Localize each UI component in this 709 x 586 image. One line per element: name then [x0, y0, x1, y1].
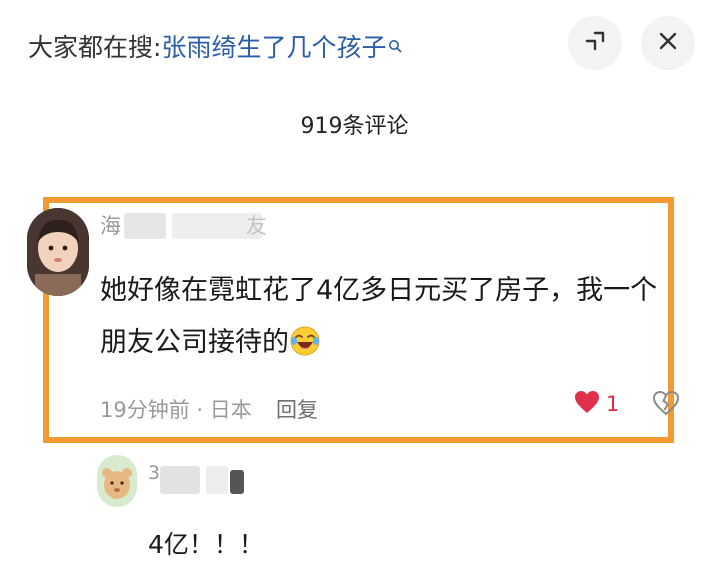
avatar[interactable] — [27, 208, 89, 296]
collapse-icon — [584, 30, 606, 56]
heart-icon — [574, 390, 600, 418]
laughing-emoji-icon — [289, 323, 321, 356]
username-blur — [206, 466, 228, 494]
reply-username-visible-part: 3 — [148, 462, 161, 484]
top-bar: 大家都在搜:张雨绮生了几个孩子 — [0, 0, 709, 90]
broken-heart-icon — [652, 390, 680, 420]
username-visible-part: 海 — [100, 214, 121, 238]
close-icon — [657, 30, 679, 56]
like-button[interactable]: 1 — [574, 390, 619, 418]
collapse-button[interactable] — [568, 16, 622, 70]
reply-button[interactable]: 回复 — [276, 394, 318, 424]
username-tail: 友 — [246, 214, 267, 238]
trending-search-prefix: 大家都在搜: — [28, 33, 162, 62]
comment-body: 她好像在霓虹花了4亿多日元买了房子，我一个朋友公司接待的 — [100, 265, 676, 369]
search-icon — [388, 30, 402, 53]
trending-search-hint[interactable]: 大家都在搜:张雨绮生了几个孩子 — [28, 28, 402, 64]
dislike-button[interactable] — [652, 390, 680, 420]
like-count: 1 — [606, 392, 620, 416]
reply-username[interactable]: 3 — [148, 462, 160, 484]
comment-time-location: 19分钟前 · 日本 — [100, 398, 252, 422]
username-blur — [230, 470, 244, 494]
username-blur — [160, 466, 200, 494]
comment-text: 她好像在霓虹花了4亿多日元买了房子，我一个朋友公司接待的 — [100, 275, 658, 358]
reply-comment-text: 4亿！！！ — [148, 530, 264, 559]
username-blur — [124, 213, 166, 239]
username[interactable]: 海 — [100, 210, 121, 240]
comment-count-title: 919条评论 — [300, 114, 409, 139]
avatar[interactable] — [97, 455, 137, 507]
close-button[interactable] — [641, 16, 695, 70]
trending-search-query[interactable]: 张雨绮生了几个孩子 — [161, 33, 386, 62]
